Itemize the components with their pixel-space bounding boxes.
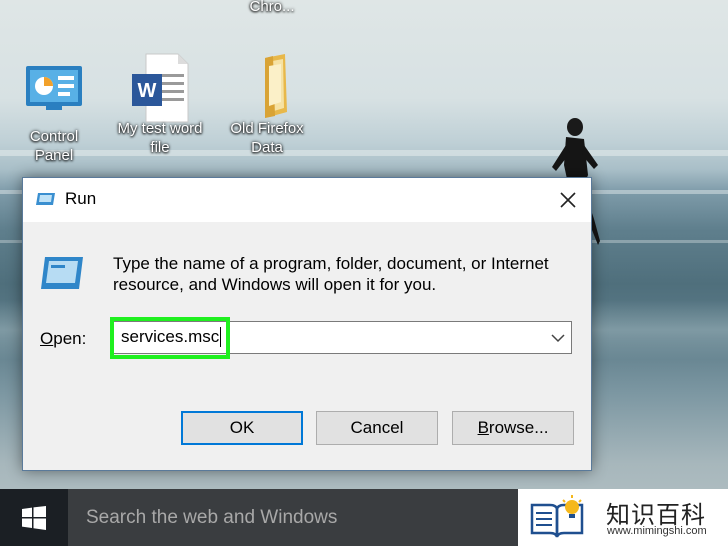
- desktop-icon-label: Data: [251, 139, 283, 156]
- desktop-icon-control-panel[interactable]: Control Panel: [2, 60, 106, 166]
- word-document-icon: W: [132, 53, 189, 123]
- run-program-icon: [41, 257, 83, 289]
- close-icon: [560, 192, 576, 208]
- open-input[interactable]: services.msc: [111, 321, 572, 354]
- close-button[interactable]: [545, 178, 591, 222]
- start-button[interactable]: [0, 489, 68, 546]
- desktop-icon-my-test-word-file[interactable]: W My test word file: [108, 52, 212, 158]
- svg-text:W: W: [138, 80, 157, 102]
- run-dialog-titlebar[interactable]: Run: [23, 178, 591, 222]
- folder-icon: [265, 54, 287, 118]
- watermark-banner: 知识百科 www.mimingshi.com: [518, 489, 728, 546]
- chevron-down-icon[interactable]: [551, 332, 565, 344]
- desktop-icon-label: Old Firefox: [230, 120, 304, 137]
- cancel-button[interactable]: Cancel: [316, 411, 438, 445]
- ok-button[interactable]: OK: [181, 411, 303, 445]
- control-panel-icon: [26, 66, 82, 110]
- taskbar-search-box[interactable]: Search the web and Windows: [68, 489, 518, 546]
- desktop-icon-label: My test word: [117, 120, 203, 137]
- desktop-icon-label: Panel: [34, 147, 74, 164]
- desktop-icon-label-chrome[interactable]: Chro...: [232, 0, 312, 15]
- watermark-url: www.mimingshi.com: [607, 525, 707, 537]
- open-label: Open:: [40, 329, 87, 348]
- book-lightbulb-logo: [530, 495, 584, 538]
- run-dialog: Run Type the name of a program, folder, …: [22, 177, 592, 471]
- open-input-value[interactable]: services.msc: [121, 327, 222, 347]
- desktop-icon-old-firefox-data[interactable]: Old Firefox Data: [215, 52, 319, 158]
- browse-button[interactable]: Browse...: [452, 411, 574, 445]
- search-placeholder: Search the web and Windows: [86, 507, 338, 528]
- desktop-icon-label: Control: [29, 128, 79, 145]
- dialog-description: Type the name of a program, folder, docu…: [113, 254, 549, 294]
- dialog-title: Run: [65, 189, 97, 208]
- windows-logo-icon: [22, 505, 46, 530]
- desktop-icon-label: file: [150, 139, 170, 156]
- run-icon: [36, 193, 55, 205]
